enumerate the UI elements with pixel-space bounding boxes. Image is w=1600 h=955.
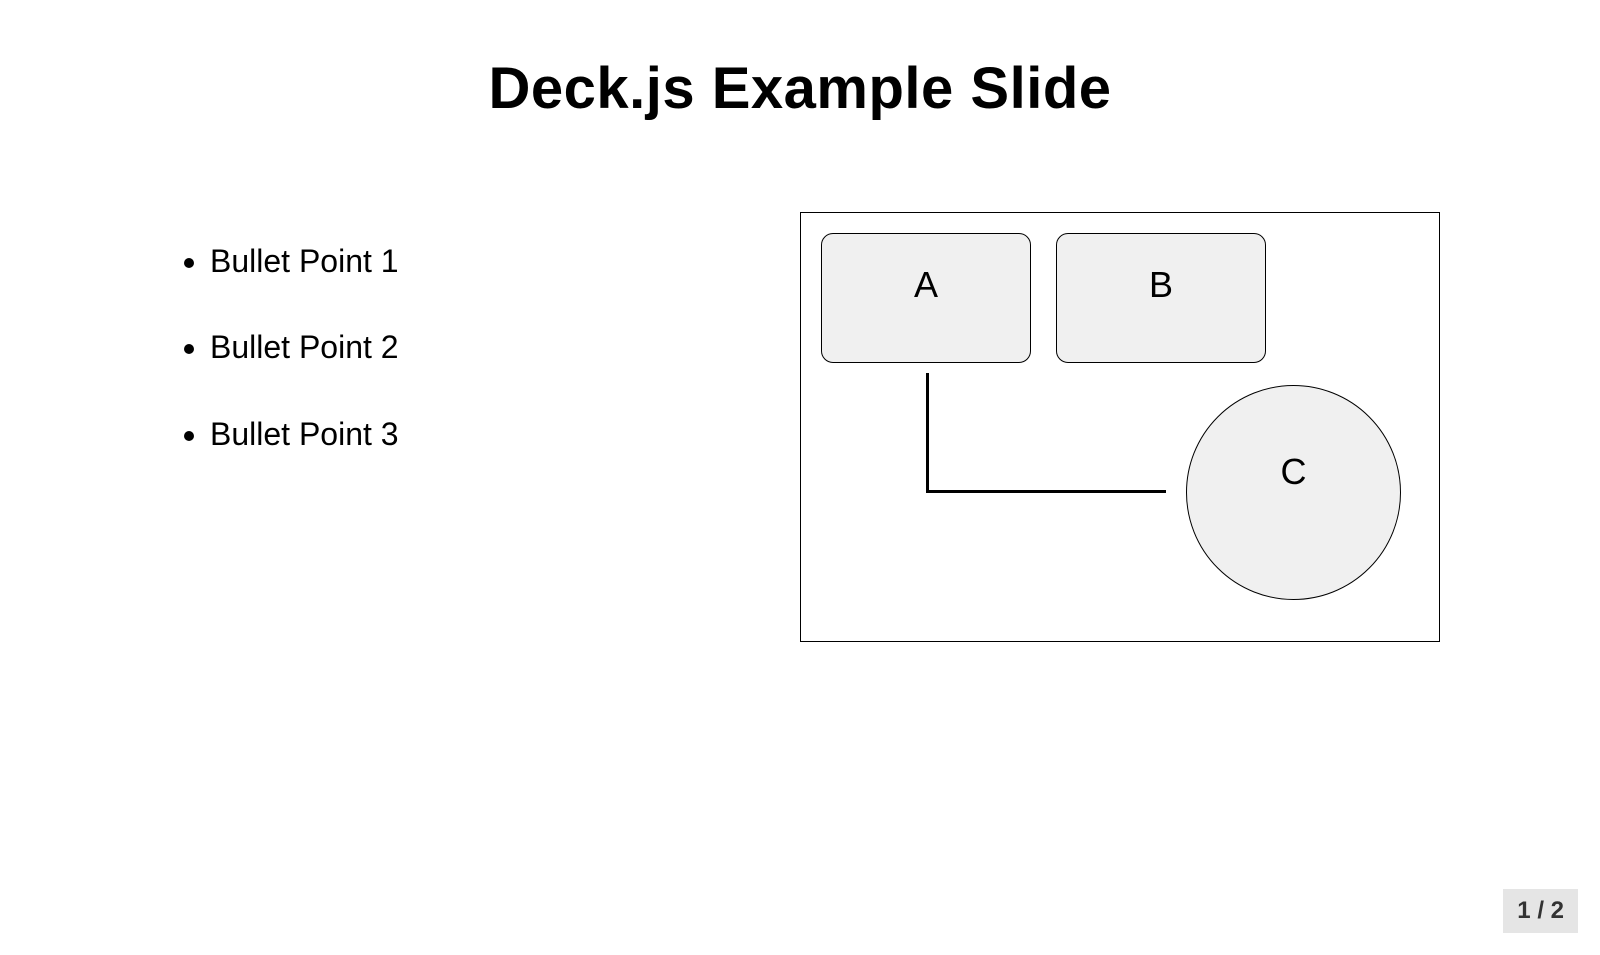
slide-title: Deck.js Example Slide (0, 55, 1600, 122)
bullet-item: Bullet Point 1 (210, 242, 800, 280)
diagram-connector-horizontal (926, 490, 1166, 493)
diagram-node-c: C (1186, 385, 1401, 600)
bullet-item: Bullet Point 3 (210, 415, 800, 453)
bullet-list: Bullet Point 1 Bullet Point 2 Bullet Poi… (160, 212, 800, 642)
diagram-node-b: B (1056, 233, 1266, 363)
page-counter[interactable]: 1 / 2 (1503, 889, 1578, 933)
diagram-connector-vertical (926, 373, 929, 493)
slide-content: Bullet Point 1 Bullet Point 2 Bullet Poi… (0, 212, 1600, 642)
diagram-node-a: A (821, 233, 1031, 363)
bullet-item: Bullet Point 2 (210, 328, 800, 366)
diagram-panel: A B C (800, 212, 1440, 642)
